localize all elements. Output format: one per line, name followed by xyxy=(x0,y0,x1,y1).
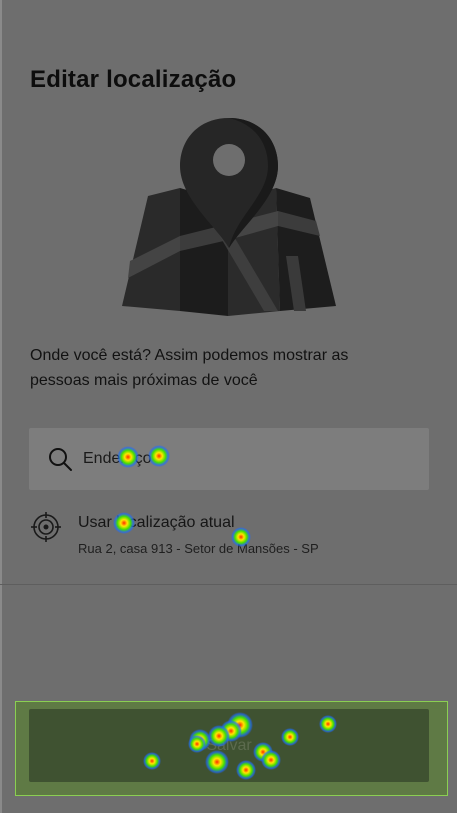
location-description: Onde você está? Assim podemos mostrar as… xyxy=(30,347,349,389)
address-search-field[interactable] xyxy=(29,428,429,490)
section-divider xyxy=(0,584,457,585)
left-edge-border xyxy=(0,0,2,813)
address-input[interactable] xyxy=(81,449,405,469)
current-address-text: Rua 2, casa 913 - Setor de Mansões - SP xyxy=(78,541,319,556)
search-icon xyxy=(49,448,72,471)
use-current-location-option[interactable]: Usar localização atual Rua 2, casa 913 -… xyxy=(29,508,429,564)
page-title: Editar localização xyxy=(30,66,237,93)
map-pin-illustration xyxy=(122,118,336,316)
use-current-location-label: Usar localização atual xyxy=(78,514,235,531)
save-button[interactable]: Salvar xyxy=(29,709,429,782)
edit-location-screen: Editar localização Onde você está? Assim… xyxy=(0,0,457,813)
target-icon xyxy=(31,512,61,542)
